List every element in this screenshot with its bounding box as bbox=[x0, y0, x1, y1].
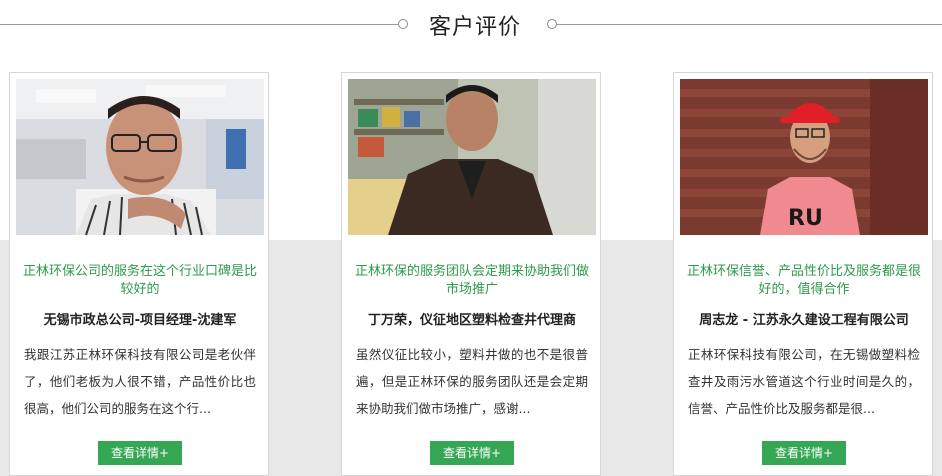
title-divider-left bbox=[0, 24, 398, 25]
section-title: 客户评价 bbox=[428, 15, 521, 40]
view-details-button[interactable]: 查看详情+ bbox=[430, 441, 514, 465]
testimonial-body: 虽然仪征比较小，塑料井做的也不是很普遍，但是正林环保的服务团队还是会定期来协助我… bbox=[356, 347, 588, 416]
testimonial-quote: 正林环保公司的服务在这个行业口碑是比较好的 bbox=[22, 264, 257, 297]
testimonial-body: 我跟江苏正林环保科技有限公司是老伙伴了，他们老板为人很不错，产品性价比也很高，他… bbox=[24, 347, 256, 416]
title-dot-left-icon bbox=[398, 19, 408, 29]
testimonial-card: RU 正林环保信誉、产品性价比及服务都是很好的，值得合作 周志龙 - 江苏永久建… bbox=[673, 72, 933, 476]
customer-photo bbox=[348, 79, 596, 235]
view-details-button[interactable]: 查看详情+ bbox=[762, 441, 846, 465]
testimonial-body: 正林环保科技有限公司，在无锡做塑料检查井及雨污水管道这个行业时间是久的，信誉、产… bbox=[688, 347, 920, 416]
testimonial-quote: 正林环保信誉、产品性价比及服务都是很好的，值得合作 bbox=[686, 264, 921, 297]
portrait-man-glasses-icon bbox=[16, 79, 264, 235]
customer-photo bbox=[16, 79, 264, 235]
testimonial-person: 丁万荣，仪征地区塑料检查井代理商 bbox=[367, 313, 576, 328]
title-dot-right-icon bbox=[547, 19, 557, 29]
portrait-worker-helmet-icon: RU bbox=[680, 79, 928, 235]
section-header: 客户评价 bbox=[0, 0, 942, 50]
testimonial-card: 正林环保的服务团队会定期来协助我们做市场推广 丁万荣，仪征地区塑料检查井代理商 … bbox=[341, 72, 601, 476]
portrait-man-jacket-icon bbox=[348, 79, 596, 235]
testimonial-quote: 正林环保的服务团队会定期来协助我们做市场推广 bbox=[354, 264, 589, 297]
svg-text:RU: RU bbox=[788, 206, 823, 231]
title-divider-right bbox=[557, 24, 942, 25]
testimonial-person: 周志龙 - 江苏永久建设工程有限公司 bbox=[699, 313, 909, 328]
customer-photo: RU bbox=[680, 79, 928, 235]
testimonial-card: 正林环保公司的服务在这个行业口碑是比较好的 无锡市政总公司-项目经理-沈建军 我… bbox=[9, 72, 269, 476]
view-details-button[interactable]: 查看详情+ bbox=[98, 441, 182, 465]
testimonial-person: 无锡市政总公司-项目经理-沈建军 bbox=[43, 313, 237, 328]
